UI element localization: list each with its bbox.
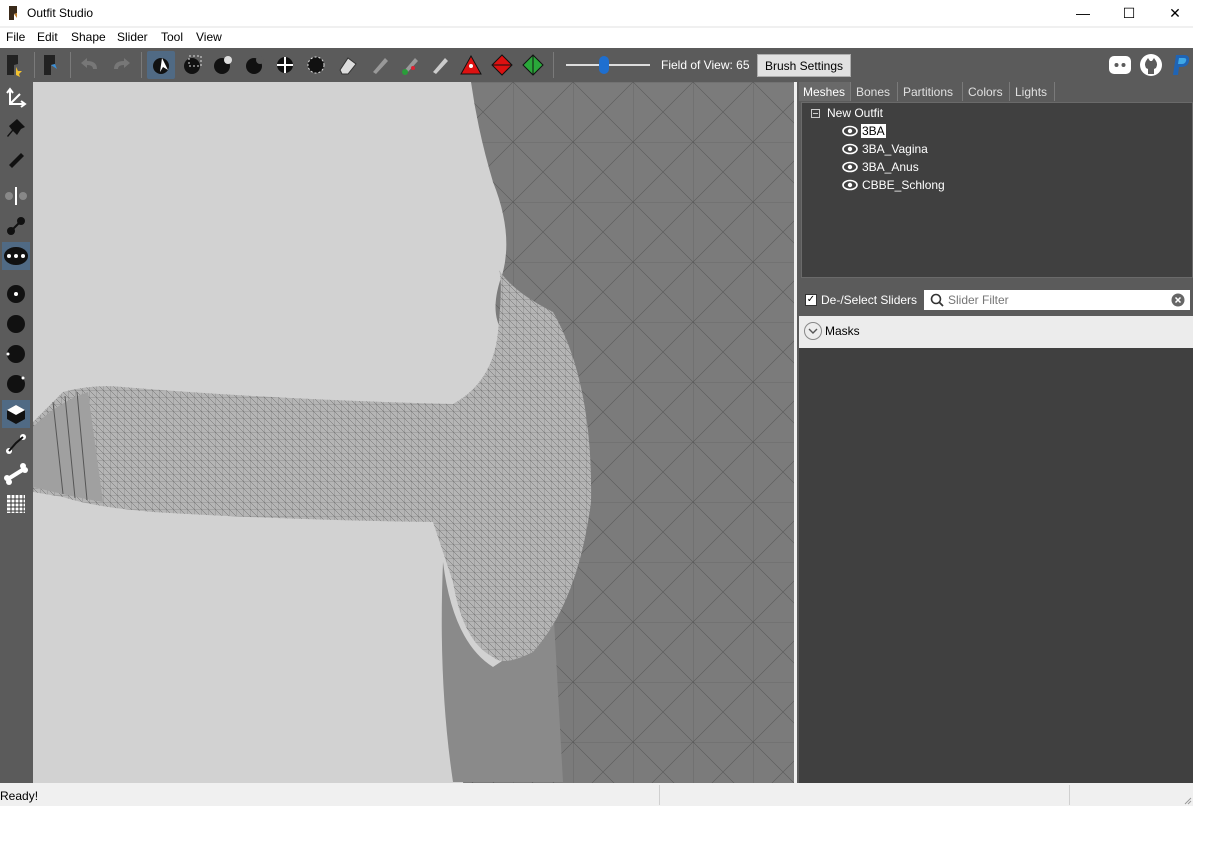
inflate-brush-icon[interactable]: [209, 51, 237, 79]
field-of-view-label: Field of View: 65: [661, 58, 750, 72]
tab-meshes[interactable]: Meshes: [799, 82, 851, 101]
title-bar: Outfit Studio — ☐ ✕: [0, 0, 1193, 26]
move-brush-icon[interactable]: [271, 51, 299, 79]
deflate-brush-icon[interactable]: [240, 51, 268, 79]
show-wireframe-icon[interactable]: [2, 340, 30, 368]
smooth-brush-icon[interactable]: [302, 51, 330, 79]
search-icon: [930, 293, 944, 307]
outfit-studio-window: Outfit Studio — ☐ ✕ File Edit Shape Slid…: [0, 0, 1193, 806]
menu-bar: File Edit Shape Slider Tool View: [0, 28, 1193, 48]
visibility-eye-icon[interactable]: [842, 161, 858, 173]
weight-brush-icon[interactable]: [366, 51, 394, 79]
outfit-studio-logo-icon[interactable]: [38, 51, 66, 79]
tree-item-label: 3BA_Vagina: [862, 142, 928, 156]
show-solid-icon[interactable]: [2, 310, 30, 338]
undo-icon[interactable]: [76, 51, 104, 79]
mesh-tree: New Outfit 3BA 3BA_Vagina 3BA_Anus CBBE_…: [801, 102, 1193, 278]
slider-filter-input[interactable]: [948, 292, 1168, 308]
tab-bones[interactable]: Bones: [852, 82, 898, 101]
collapse-vertex-icon[interactable]: [457, 51, 485, 79]
show-grid-icon[interactable]: [2, 490, 30, 518]
3d-viewport[interactable]: [33, 82, 794, 783]
outfit-studio-star-icon[interactable]: [1, 51, 29, 79]
tree-root-outfit[interactable]: New Outfit: [827, 106, 883, 120]
tree-item-mesh[interactable]: 3BA_Vagina: [842, 141, 929, 157]
window-title: Outfit Studio: [27, 6, 94, 20]
visibility-eye-icon[interactable]: [842, 179, 858, 191]
status-divider: [659, 785, 660, 805]
tab-colors[interactable]: Colors: [964, 82, 1010, 101]
vertex-edit-tool-icon[interactable]: [2, 144, 30, 172]
deselect-sliders-checkbox[interactable]: ✓: [805, 294, 817, 306]
alpha-brush-icon[interactable]: [426, 51, 454, 79]
select-brush-icon[interactable]: [147, 51, 175, 79]
status-divider: [1069, 785, 1070, 805]
field-of-view-slider-thumb[interactable]: [598, 56, 609, 74]
menu-shape[interactable]: Shape: [71, 30, 106, 44]
tree-item-label: 3BA: [861, 124, 886, 138]
minimize-button[interactable]: —: [1060, 0, 1106, 26]
app-logo-icon: [9, 6, 17, 20]
tab-partitions[interactable]: Partitions: [899, 82, 963, 101]
redo-icon[interactable]: [107, 51, 135, 79]
mirror-x-icon[interactable]: [2, 182, 30, 210]
resize-grip-icon[interactable]: [1182, 795, 1192, 805]
show-vertices-icon[interactable]: [2, 280, 30, 308]
slider-list-area: [799, 348, 1193, 783]
tree-item-mesh[interactable]: CBBE_Schlong: [842, 177, 946, 193]
paypal-icon[interactable]: [1170, 53, 1192, 77]
menu-view[interactable]: View: [196, 30, 222, 44]
slider-header: ✓ De-/Select Sliders: [797, 286, 1193, 314]
tree-item-mesh[interactable]: 3BA_Anus: [842, 159, 920, 175]
masks-row[interactable]: Masks: [799, 316, 1193, 349]
discord-icon[interactable]: [1108, 53, 1132, 77]
pivot-tool-icon[interactable]: [2, 114, 30, 142]
mask-brush-icon[interactable]: [178, 51, 206, 79]
left-tool-strip: [0, 82, 33, 783]
mesh-render: [33, 82, 794, 783]
tree-item-label: 3BA_Anus: [862, 160, 919, 174]
right-panel: Meshes Bones Partitions Colors Lights Ne…: [797, 82, 1193, 783]
global-brush-icon[interactable]: [2, 242, 30, 270]
menu-slider[interactable]: Slider: [117, 30, 148, 44]
menu-edit[interactable]: Edit: [37, 30, 58, 44]
tree-collapse-toggle[interactable]: [811, 109, 820, 118]
visibility-eye-icon[interactable]: [842, 143, 858, 155]
tree-item-label: CBBE_Schlong: [862, 178, 945, 192]
status-bar: Ready!: [0, 785, 1193, 805]
flip-edge-icon[interactable]: [488, 51, 516, 79]
show-textures-icon[interactable]: [2, 400, 30, 428]
chevron-down-icon[interactable]: [804, 322, 822, 340]
tab-lights[interactable]: Lights: [1011, 82, 1055, 101]
clear-filter-icon[interactable]: [1171, 293, 1185, 307]
close-button[interactable]: ✕: [1152, 0, 1198, 26]
deselect-sliders-label[interactable]: De-/Select Sliders: [821, 293, 917, 307]
erase-brush-icon[interactable]: [333, 51, 361, 79]
brush-settings-button[interactable]: Brush Settings: [757, 54, 851, 77]
tree-item-mesh[interactable]: 3BA: [842, 123, 886, 139]
bone-tool-icon[interactable]: [2, 460, 30, 488]
menu-tool[interactable]: Tool: [161, 30, 183, 44]
connected-only-icon[interactable]: [2, 212, 30, 240]
visibility-eye-icon[interactable]: [842, 125, 858, 137]
maximize-button[interactable]: ☐: [1106, 0, 1152, 26]
github-icon[interactable]: [1139, 53, 1163, 77]
status-text: Ready!: [0, 789, 39, 803]
transform-tool-icon[interactable]: [2, 84, 30, 112]
slider-filter-box[interactable]: [924, 290, 1190, 310]
menu-file[interactable]: File: [6, 30, 25, 44]
color-brush-icon[interactable]: [396, 51, 424, 79]
split-edge-icon[interactable]: [519, 51, 547, 79]
masks-label: Masks: [825, 324, 860, 338]
show-bones-icon[interactable]: [2, 430, 30, 458]
show-lighting-icon[interactable]: [2, 370, 30, 398]
